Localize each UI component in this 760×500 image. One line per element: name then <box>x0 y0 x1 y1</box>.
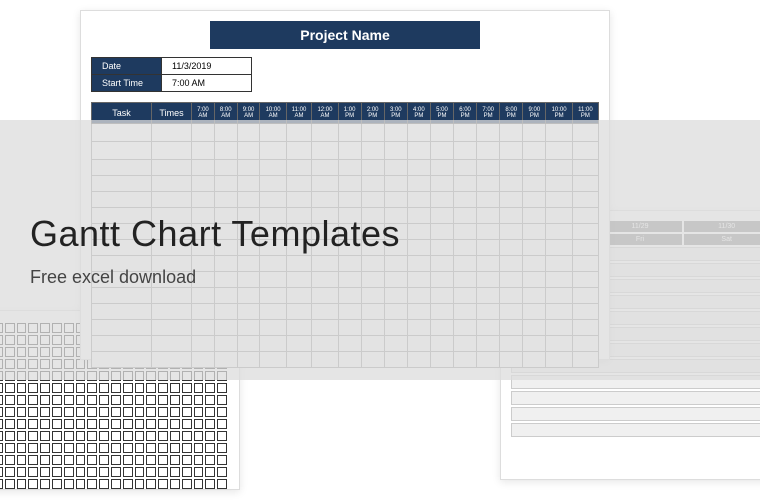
start-time-value: 7:00 AM <box>162 75 252 92</box>
meta-table: Date 11/3/2019 Start Time 7:00 AM <box>91 57 252 92</box>
date-value: 11/3/2019 <box>162 58 252 75</box>
project-title: Project Name <box>210 21 480 49</box>
start-time-label: Start Time <box>92 75 162 92</box>
date-label: Date <box>92 58 162 75</box>
calendar-row <box>511 407 760 421</box>
page-subheading: Free excel download <box>30 267 760 288</box>
calendar-row <box>511 423 760 437</box>
text-overlay: Gantt Chart Templates Free excel downloa… <box>0 120 760 380</box>
calendar-row <box>511 391 760 405</box>
page-heading: Gantt Chart Templates <box>30 213 760 255</box>
